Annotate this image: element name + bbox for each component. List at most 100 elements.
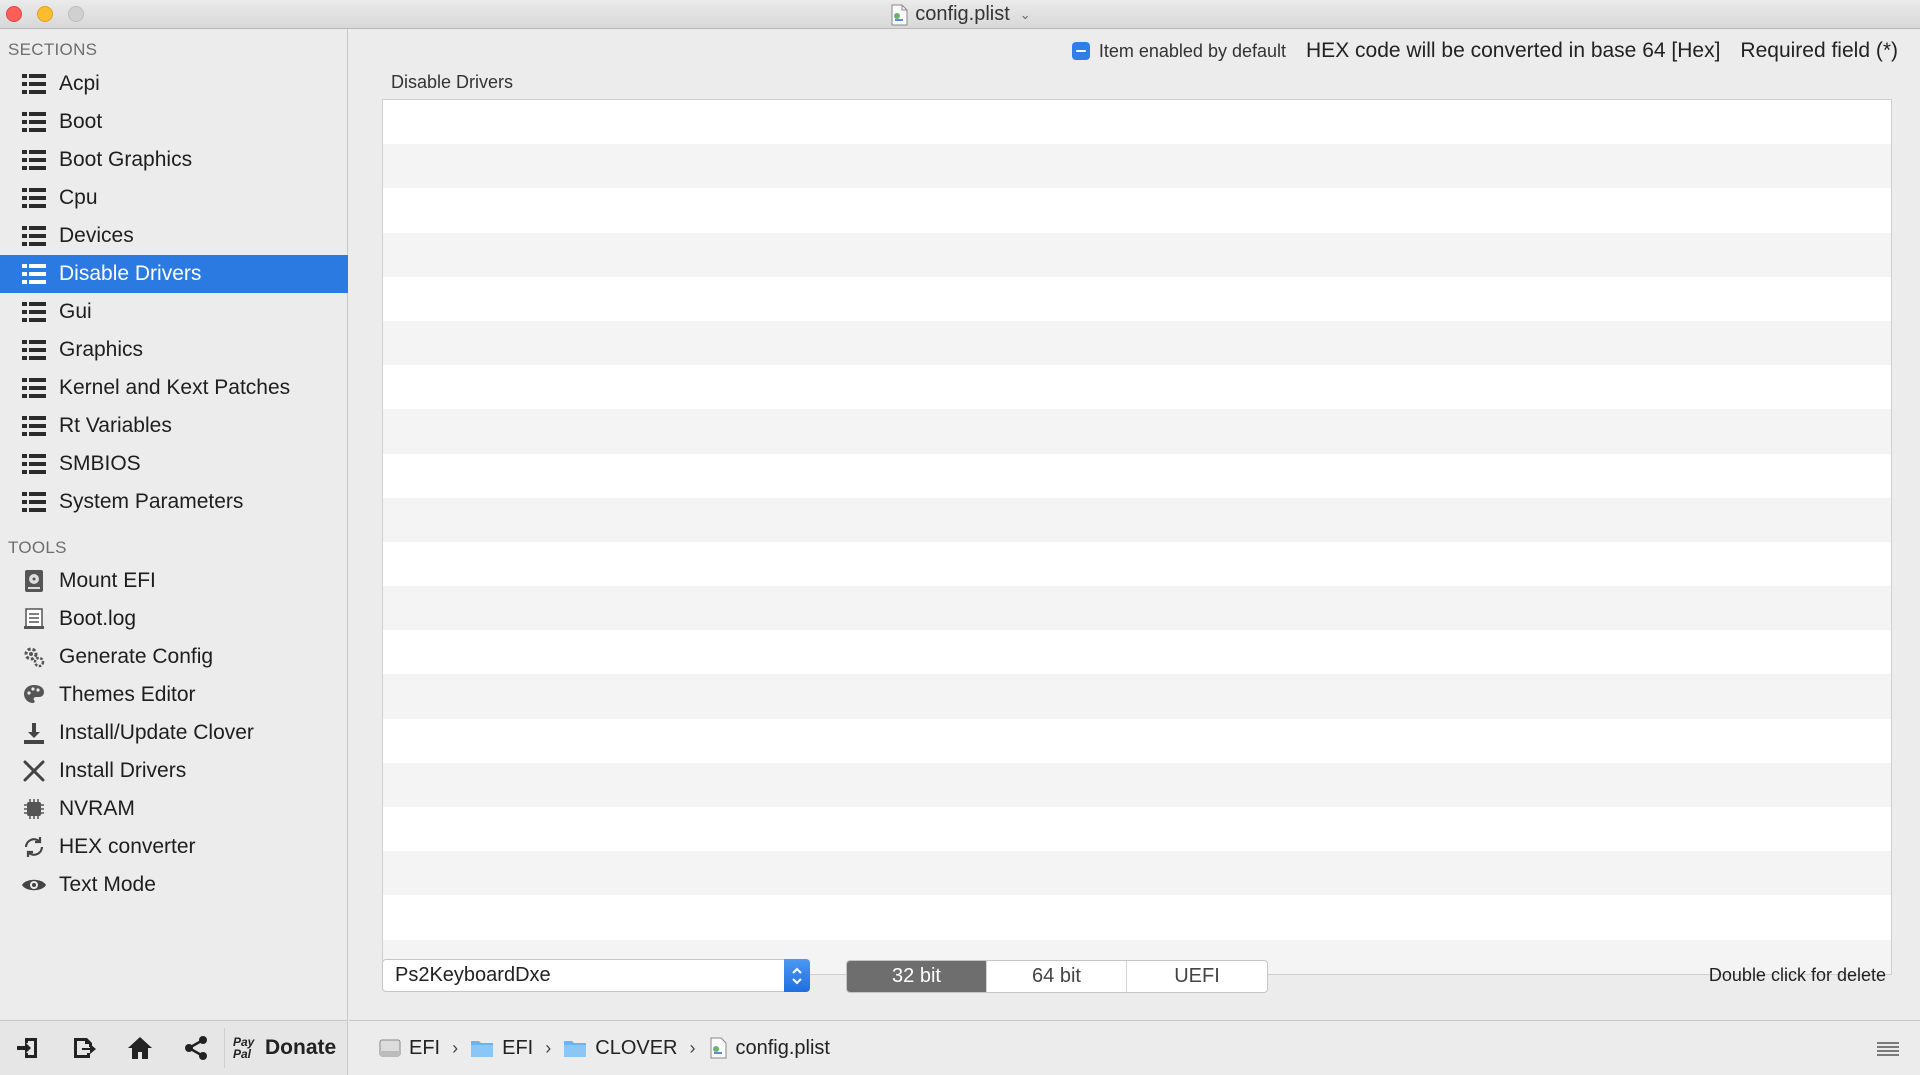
list-icon: [21, 299, 47, 325]
folder-icon: [470, 1038, 494, 1058]
table-row[interactable]: [383, 365, 1891, 410]
driver-select[interactable]: Ps2KeyboardDxe: [382, 959, 810, 992]
sidebar-item-label: Graphics: [59, 338, 144, 361]
sidebar-item-label: SMBIOS: [59, 452, 141, 475]
table-row[interactable]: [383, 895, 1891, 940]
sidebar-item-boot[interactable]: Boot: [0, 103, 348, 141]
driver-select-value: Ps2KeyboardDxe: [395, 964, 551, 986]
sidebar-item-rt-variables[interactable]: Rt Variables: [0, 407, 348, 445]
breadcrumb-separator: ›: [452, 1037, 459, 1058]
sidebar-item-label: System Parameters: [59, 490, 244, 513]
share-icon: [185, 1036, 207, 1060]
table-row[interactable]: [383, 232, 1891, 277]
sidebar-tool-label: Install Drivers: [59, 759, 187, 782]
sidebar-tool-mount-efi[interactable]: Mount EFI: [0, 562, 348, 600]
sidebar-item-label: Boot Graphics: [59, 148, 193, 171]
sidebar: SECTIONS TOOLS Acpi Boot Boot Graphics Cpu D…: [0, 29, 348, 1020]
disk-icon: [21, 568, 47, 594]
sidebar-item-label: Rt Variables: [59, 414, 172, 437]
sidebar-item-gui[interactable]: Gui: [0, 293, 348, 331]
sidebar-tool-boot-log[interactable]: Boot.log: [0, 600, 348, 638]
table-row[interactable]: [383, 188, 1891, 233]
arch-option-64-bit[interactable]: 64 bit: [987, 961, 1127, 992]
section-title: Disable Drivers: [391, 72, 514, 92]
table-row[interactable]: [383, 807, 1891, 852]
hex-note: HEX code will be converted in base 64 [H…: [1306, 39, 1721, 62]
import-icon: [17, 1038, 37, 1058]
enabled-checkbox-icon: [1071, 42, 1090, 60]
window-title[interactable]: config.plist ⌄: [0, 0, 1920, 29]
table-row[interactable]: [383, 541, 1891, 587]
arch-segmented-control: 32 bit 64 bit UEFI: [846, 960, 1268, 993]
paypal-icon: Pay Pal: [233, 1035, 255, 1061]
folder-icon: [563, 1038, 587, 1058]
arch-option-32-bit[interactable]: 32 bit: [847, 961, 987, 992]
menu-lines-icon[interactable]: [1876, 1039, 1900, 1059]
drivers-table[interactable]: [382, 99, 1892, 975]
table-row[interactable]: [383, 144, 1891, 189]
list-icon: [21, 489, 47, 515]
breadcrumb-label: EFI: [502, 1036, 534, 1059]
breadcrumb-separator: ›: [545, 1037, 552, 1058]
list-icon: [21, 147, 47, 173]
breadcrumb-config-plist[interactable]: config.plist: [708, 1036, 831, 1060]
sidebar-item-label: Cpu: [59, 186, 98, 209]
main-panel: Item enabled by default HEX code will be…: [349, 29, 1920, 1020]
sidebar-tool-label: Mount EFI: [59, 569, 156, 592]
import-button[interactable]: [0, 1021, 56, 1075]
sidebar-toolbar: Pay Pal Donate: [0, 1020, 348, 1075]
sidebar-item-kernel-and-kext-patches[interactable]: Kernel and Kext Patches: [0, 369, 348, 407]
sidebar-tool-install-drivers[interactable]: Install Drivers: [0, 752, 348, 790]
donate-label: Donate: [265, 1036, 337, 1059]
share-button[interactable]: [168, 1021, 224, 1075]
sidebar-tool-text-mode[interactable]: Text Mode: [0, 866, 348, 904]
table-row[interactable]: [383, 674, 1891, 719]
table-row[interactable]: [383, 409, 1891, 454]
breadcrumb-efi[interactable]: EFI: [379, 1037, 440, 1060]
sidebar-item-label: Kernel and Kext Patches: [59, 376, 291, 399]
table-row[interactable]: [383, 762, 1891, 807]
table-row[interactable]: [383, 453, 1891, 498]
list-icon: [21, 261, 47, 287]
plist-file-icon: [891, 4, 908, 25]
table-controls: Ps2KeyboardDxe 32 bit 64 bit UEFI Double c…: [382, 959, 1892, 995]
table-row[interactable]: [383, 276, 1891, 321]
table-row[interactable]: [383, 586, 1891, 631]
list-icon: [21, 375, 47, 401]
breadcrumb-label: config.plist: [735, 1036, 831, 1059]
sidebar-tool-nvram[interactable]: NVRAM: [0, 790, 348, 828]
sidebar-item-graphics[interactable]: Graphics: [0, 331, 348, 369]
sidebar-tool-label: Themes Editor: [59, 683, 196, 706]
delete-hint: Double click for delete: [1708, 965, 1886, 985]
sidebar-item-devices[interactable]: Devices: [0, 217, 348, 255]
table-row[interactable]: [383, 320, 1891, 366]
sidebar-item-system-parameters[interactable]: System Parameters: [0, 483, 348, 521]
breadcrumb-efi[interactable]: EFI: [470, 1037, 533, 1060]
sidebar-item-acpi[interactable]: Acpi: [0, 65, 348, 103]
sidebar-item-disable-drivers[interactable]: Disable Drivers: [0, 255, 348, 293]
breadcrumb-label: EFI: [409, 1036, 441, 1059]
table-row[interactable]: [383, 100, 1891, 145]
sidebar-tool-themes-editor[interactable]: Themes Editor: [0, 676, 348, 714]
home-icon: [128, 1037, 152, 1059]
sidebar-item-label: Acpi: [59, 72, 100, 95]
sidebar-tool-install-update-clover[interactable]: Install/Update Clover: [0, 714, 348, 752]
sidebar-item-boot-graphics[interactable]: Boot Graphics: [0, 141, 348, 179]
sidebar-item-smbios[interactable]: SMBIOS: [0, 445, 348, 483]
table-row[interactable]: [383, 630, 1891, 675]
export-button[interactable]: [56, 1021, 112, 1075]
sidebar-tool-hex-converter[interactable]: HEX converter: [0, 828, 348, 866]
table-row[interactable]: [383, 718, 1891, 763]
sidebar-item-cpu[interactable]: Cpu: [0, 179, 348, 217]
donate-button[interactable]: Pay Pal Donate: [225, 1036, 336, 1060]
enabled-legend: Item enabled by default: [1071, 41, 1286, 62]
sidebar-tool-label: Boot.log: [59, 607, 137, 630]
tools-icon: [21, 758, 47, 784]
table-row[interactable]: [383, 851, 1891, 896]
table-row[interactable]: [383, 497, 1891, 542]
breadcrumb-clover[interactable]: CLOVER: [563, 1037, 678, 1060]
home-button[interactable]: [112, 1021, 168, 1075]
arch-option-uefi[interactable]: UEFI: [1127, 961, 1267, 992]
sidebar-tool-generate-config[interactable]: Generate Config: [0, 638, 348, 676]
list-icon: [21, 223, 47, 249]
